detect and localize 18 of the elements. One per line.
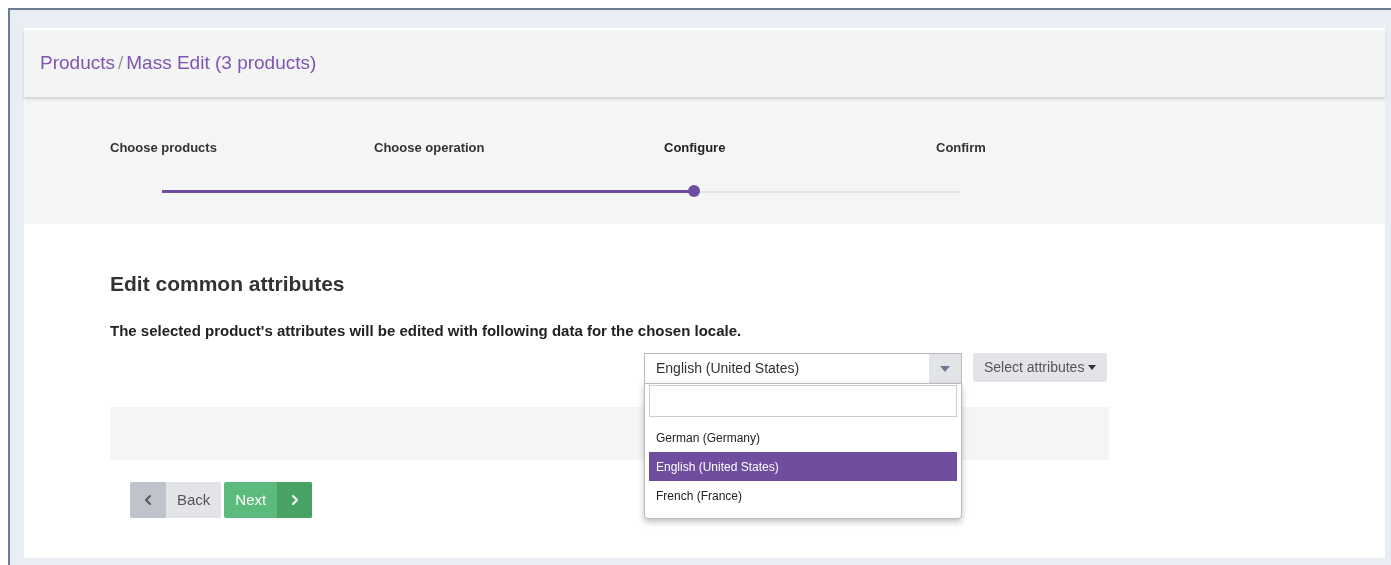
breadcrumb-link[interactable]: Products bbox=[40, 49, 115, 78]
dropdown-option[interactable]: French (France) bbox=[649, 481, 957, 510]
locale-select[interactable]: English (United States) bbox=[644, 353, 962, 384]
dropdown-option[interactable]: English (United States) bbox=[649, 452, 957, 481]
step-label: Choose operation bbox=[374, 140, 485, 155]
caret-icon bbox=[929, 354, 961, 383]
breadcrumb-link[interactable]: Mass Edit (3 products) bbox=[126, 49, 317, 78]
step-label: Choose products bbox=[110, 140, 217, 155]
search-field[interactable] bbox=[649, 385, 957, 417]
breadcrumb-separator: / bbox=[118, 51, 124, 76]
section-heading: Edit common attributes bbox=[110, 271, 346, 297]
select-attributes-button[interactable]: Select attributes bbox=[973, 353, 1108, 382]
step-label: Configure bbox=[664, 140, 726, 155]
caret-icon bbox=[1088, 365, 1097, 370]
section-description: The selected product's attributes will be edited with following data for the chosen locale. bbox=[110, 320, 743, 341]
dropdown-option[interactable]: German (Germany) bbox=[649, 423, 957, 452]
back-button[interactable]: Back bbox=[130, 482, 222, 518]
step-label: Confirm bbox=[936, 140, 986, 155]
